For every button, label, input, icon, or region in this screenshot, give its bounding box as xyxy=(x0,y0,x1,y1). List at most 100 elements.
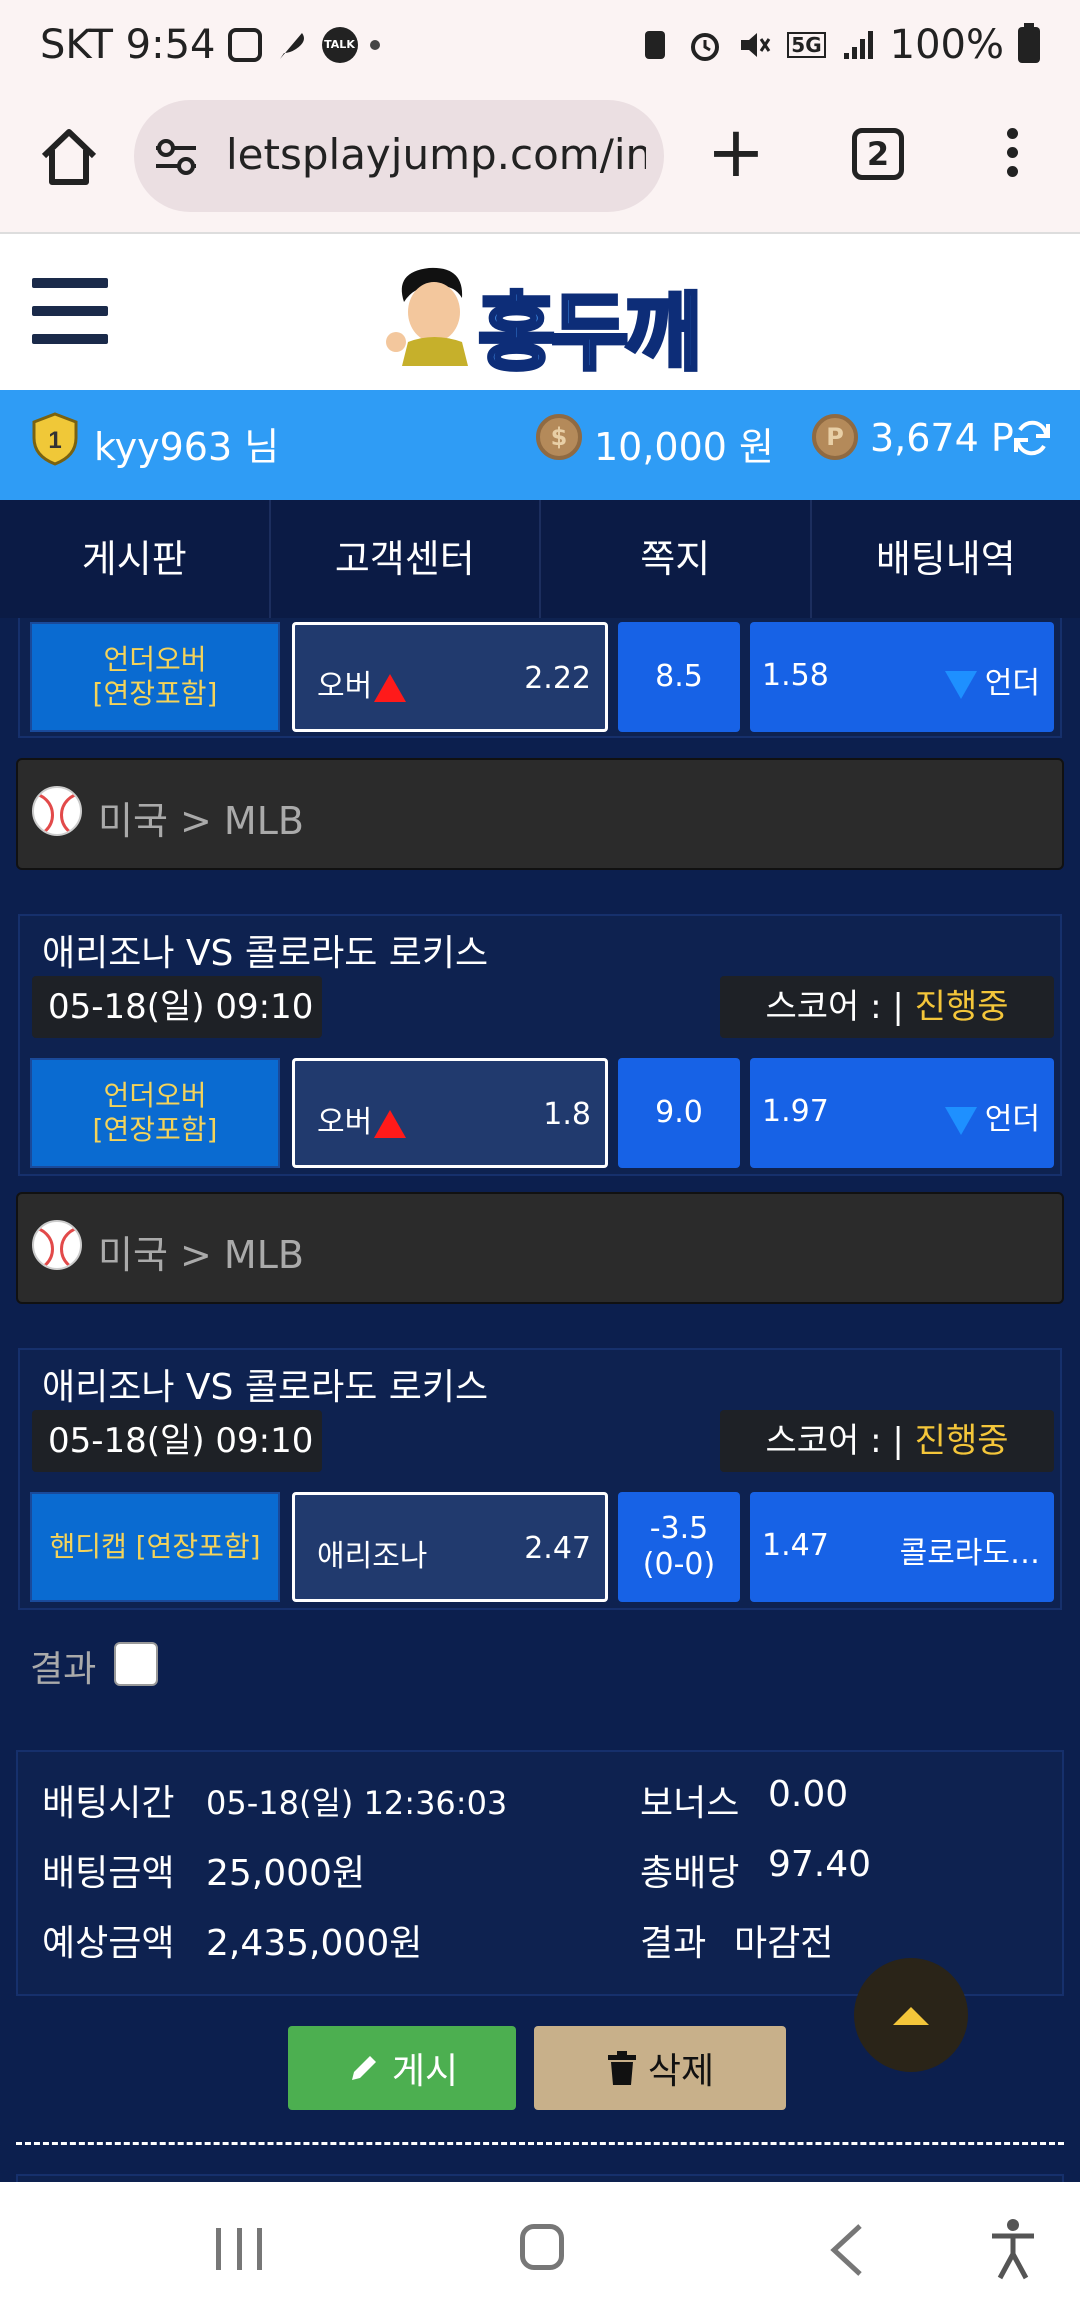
bet-line-value[interactable]: 9.0 xyxy=(618,1058,740,1168)
total-odds-label: 총배당 xyxy=(640,1853,740,1894)
bonus-label: 보너스 xyxy=(640,1783,740,1824)
browser-toolbar: letsplayjump.com/inc + 2 xyxy=(0,98,1080,234)
browser-menu-icon[interactable] xyxy=(1004,128,1020,184)
bet-row: 언더오버 [연장포함] 오버 1.8 9.0 1.97 언더 xyxy=(30,1058,1054,1168)
nfc-icon xyxy=(645,31,666,59)
bet-type-label: 핸디캡 [연장포함] xyxy=(30,1492,280,1602)
site-logo[interactable]: 홍두깨 xyxy=(374,256,710,384)
delete-button[interactable]: 삭제 xyxy=(534,2026,786,2110)
arrow-up-icon xyxy=(374,673,407,702)
accessibility-icon[interactable] xyxy=(990,2218,1036,2280)
away-label: 언더 xyxy=(984,1102,1040,1137)
away-label: 콜로라도… xyxy=(899,1536,1040,1571)
point-balance: 3,674 P xyxy=(870,416,1014,460)
expected-value: 2,435,000원 xyxy=(206,1923,423,1964)
home-odd: 2.47 xyxy=(524,1531,591,1566)
bet-amount-label: 배팅금액 xyxy=(42,1853,175,1894)
bet-slip-content: 언더오버 [연장포함] 오버 2.22 8.5 1.58 언더 미국 > MLB… xyxy=(0,618,1080,2182)
bet-line-value[interactable]: -3.5 (0-0) xyxy=(618,1492,740,1602)
bet-type-label: 언더오버 [연장포함] xyxy=(30,622,280,732)
kakao-icon xyxy=(227,28,262,62)
home-label: 오버 xyxy=(317,669,373,704)
back-icon[interactable] xyxy=(826,2222,866,2278)
refresh-icon[interactable] xyxy=(1010,416,1054,460)
status-bar: SKT 9:54 TALK 5G 100% xyxy=(0,0,1080,98)
league-header: 미국 > MLB xyxy=(16,1192,1064,1304)
bet-row: 핸디캡 [연장포함] 애리조나 2.47 -3.5 (0-0) 1.47 콜로라… xyxy=(30,1492,1054,1602)
post-button[interactable]: 게시 xyxy=(288,2026,516,2110)
url-text[interactable]: letsplayjump.com/inc xyxy=(226,130,646,179)
next-bet-card xyxy=(16,2174,1064,2182)
league-header: 미국 > MLB xyxy=(16,758,1064,870)
bet-option-away[interactable]: 1.58 언더 xyxy=(750,622,1054,732)
bet-option-home[interactable]: 오버 1.8 xyxy=(292,1058,608,1168)
bet-option-away[interactable]: 1.97 언더 xyxy=(750,1058,1054,1168)
delete-button-label: 삭제 xyxy=(647,2051,715,2092)
game-title: 애리조나 VS 콜로라도 로키스 xyxy=(42,933,489,974)
bet-row: 언더오버 [연장포함] 오버 2.22 8.5 1.58 언더 xyxy=(30,622,1054,732)
away-label: 언더 xyxy=(984,666,1040,701)
game-date: 05-18(일) 09:10 xyxy=(32,976,322,1038)
home-icon[interactable] xyxy=(36,124,102,190)
hamburger-menu-icon[interactable] xyxy=(32,278,108,344)
away-odd: 1.97 xyxy=(762,1094,829,1129)
more-notifications-dot xyxy=(369,40,380,50)
bet-option-home[interactable]: 애리조나 2.47 xyxy=(292,1492,608,1602)
system-navigation-bar xyxy=(0,2182,1080,2316)
home-odd: 1.8 xyxy=(543,1097,591,1132)
result-status-value: 마감전 xyxy=(734,1923,834,1964)
logo-character-icon xyxy=(386,267,468,366)
bonus-value: 0.00 xyxy=(768,1774,849,1815)
battery-percent: 100% xyxy=(889,22,1004,68)
feather-icon xyxy=(279,33,304,59)
new-tab-icon[interactable]: + xyxy=(706,117,766,188)
nav-messages[interactable]: 쪽지 xyxy=(541,500,812,618)
league-name: 미국 > MLB xyxy=(98,1233,304,1277)
score-label: 스코어 : | xyxy=(765,987,904,1027)
nav-board[interactable]: 게시판 xyxy=(0,500,271,618)
talk-icon: TALK xyxy=(321,27,358,63)
recent-apps-icon[interactable] xyxy=(216,2228,262,2270)
live-status: 진행중 xyxy=(914,1421,1009,1461)
mute-icon xyxy=(741,33,771,57)
money-balance: 10,000 원 xyxy=(594,425,775,469)
home-button-icon[interactable] xyxy=(520,2224,564,2270)
logo-text: 홍두깨 xyxy=(476,282,704,384)
alarm-icon xyxy=(691,33,720,61)
score-status: 스코어 : | 진행중 xyxy=(720,1410,1054,1472)
bet-option-away[interactable]: 1.47 콜로라도… xyxy=(750,1492,1054,1602)
network-type: 5G xyxy=(787,32,826,58)
chevron-up-icon xyxy=(893,2007,929,2025)
arrow-down-icon xyxy=(944,1106,977,1135)
money-coin-icon: $ xyxy=(536,414,582,460)
site-settings-icon[interactable] xyxy=(154,136,198,176)
bet-option-home[interactable]: 오버 2.22 xyxy=(292,622,608,732)
home-label: 애리조나 xyxy=(317,1539,428,1574)
address-bar[interactable]: letsplayjump.com/inc xyxy=(134,100,664,212)
score-status: 스코어 : | 진행중 xyxy=(720,976,1054,1038)
nav-betting-history[interactable]: 배팅내역 xyxy=(812,500,1080,618)
home-odd: 2.22 xyxy=(524,661,591,696)
tab-switcher-button[interactable]: 2 xyxy=(852,128,904,180)
bet-line-value[interactable]: 8.5 xyxy=(618,622,740,732)
arrow-up-icon xyxy=(374,1109,407,1138)
post-button-label: 게시 xyxy=(391,2051,459,2092)
level-number: 1 xyxy=(48,427,61,454)
user-info-bar: 1 kyy963 님 $ 10,000 원 P 3,674 P xyxy=(0,390,1080,500)
main-nav: 게시판 고객센터 쪽지 배팅내역 xyxy=(0,500,1080,618)
game-date: 05-18(일) 09:10 xyxy=(32,1410,322,1472)
battery-icon xyxy=(1018,23,1040,63)
bet-type-label: 언더오버 [연장포함] xyxy=(30,1058,280,1168)
away-odd: 1.47 xyxy=(762,1528,829,1563)
arrow-down-icon xyxy=(944,670,977,699)
username: kyy963 님 xyxy=(94,425,280,469)
away-odd: 1.58 xyxy=(762,658,829,693)
home-label: 오버 xyxy=(317,1105,373,1140)
bet-time-label: 배팅시간 xyxy=(42,1783,175,1824)
game-card: 애리조나 VS 콜로라도 로키스 05-18(일) 09:10 스코어 : | … xyxy=(18,914,1062,1176)
scroll-top-button[interactable] xyxy=(854,1958,968,2072)
point-coin-icon: P xyxy=(812,414,858,460)
result-checkbox[interactable] xyxy=(114,1642,158,1686)
nav-customer-center[interactable]: 고객센터 xyxy=(271,500,541,618)
total-odds-value: 97.40 xyxy=(768,1844,872,1885)
